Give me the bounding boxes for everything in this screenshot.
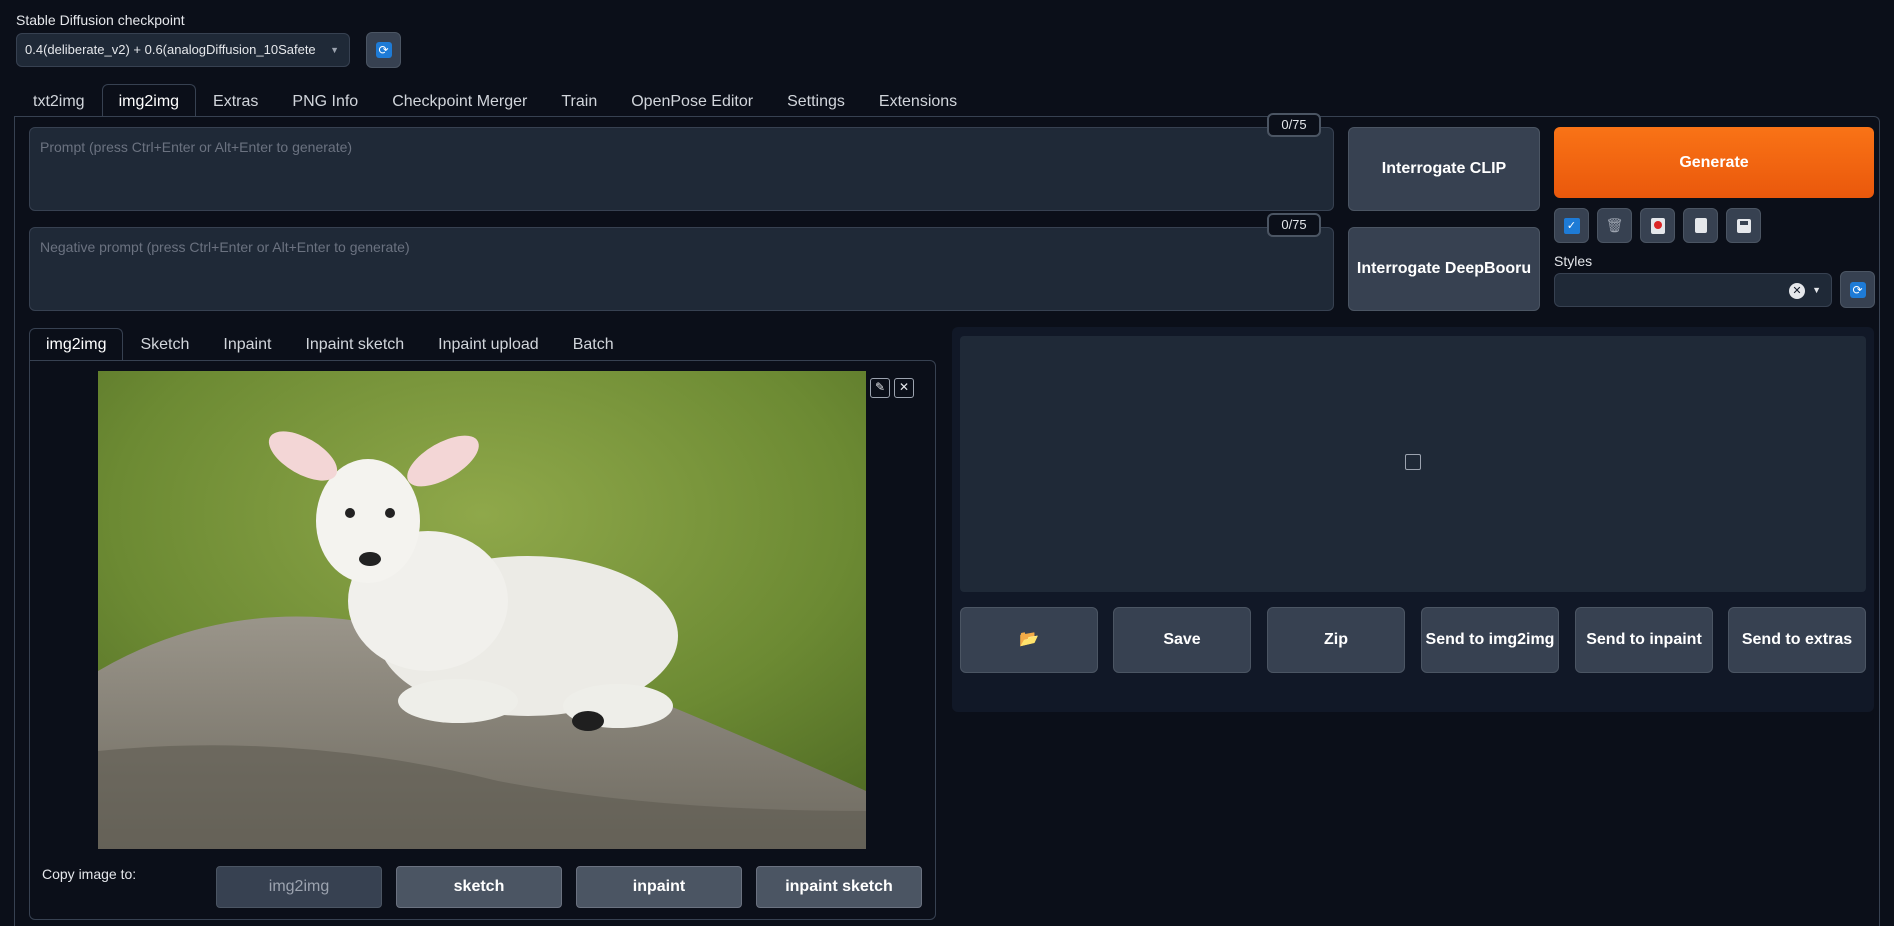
styles-select[interactable]: ✕ ▼ bbox=[1554, 273, 1832, 307]
refresh-icon: ⟳ bbox=[375, 42, 392, 58]
subtab-inpaint[interactable]: Inpaint bbox=[206, 328, 288, 361]
chevron-down-icon: ▼ bbox=[1812, 285, 1821, 295]
trash-icon: 🗑 bbox=[1605, 217, 1624, 233]
interrogate-deepbooru-button[interactable]: Interrogate DeepBooru bbox=[1348, 227, 1540, 311]
copy-to-inpaint-button[interactable]: inpaint bbox=[576, 866, 742, 908]
copy-to-sketch-button[interactable]: sketch bbox=[396, 866, 562, 908]
checkpoint-select[interactable]: 0.4(deliberate_v2) + 0.6(analogDiffusion… bbox=[16, 33, 350, 67]
edit-image-button[interactable]: ✎ bbox=[870, 378, 890, 398]
output-gallery[interactable] bbox=[960, 336, 1866, 592]
tab-txt2img[interactable]: txt2img bbox=[16, 84, 102, 117]
generate-button[interactable]: Generate bbox=[1554, 127, 1874, 198]
negative-prompt-input[interactable]: Negative prompt (press Ctrl+Enter or Alt… bbox=[29, 227, 1334, 311]
subtab-inpaint-sketch[interactable]: Inpaint sketch bbox=[288, 328, 421, 361]
send-to-img2img-button[interactable]: Send to img2img bbox=[1421, 607, 1559, 673]
floppy-disk-icon bbox=[1736, 218, 1751, 233]
subtab-inpaint-upload[interactable]: Inpaint upload bbox=[421, 328, 556, 361]
save-button[interactable]: Save bbox=[1113, 607, 1251, 673]
tab-checkpoint-merger[interactable]: Checkpoint Merger bbox=[375, 84, 544, 117]
copy-to-img2img-button[interactable]: img2img bbox=[216, 866, 382, 908]
negative-prompt-token-counter: 0/75 bbox=[1267, 213, 1321, 237]
styles-label: Styles bbox=[1554, 253, 1593, 269]
checkbox-icon: ✓ bbox=[1563, 217, 1580, 234]
checkpoint-label: Stable Diffusion checkpoint bbox=[16, 12, 185, 28]
clear-prompt-button[interactable]: 🗑 bbox=[1597, 208, 1632, 243]
tab-openpose-editor[interactable]: OpenPose Editor bbox=[614, 84, 770, 117]
refresh-icon: ⟳ bbox=[1849, 281, 1866, 298]
copy-image-label: Copy image to: bbox=[42, 866, 137, 882]
open-folder-button[interactable]: 📂 bbox=[960, 607, 1098, 673]
zip-button[interactable]: Zip bbox=[1267, 607, 1405, 673]
copy-to-inpaint-sketch-button[interactable]: inpaint sketch bbox=[756, 866, 922, 908]
clipboard-icon bbox=[1694, 218, 1707, 233]
chevron-down-icon: ▼ bbox=[330, 45, 339, 55]
checkpoint-value: 0.4(deliberate_v2) + 0.6(analogDiffusion… bbox=[25, 42, 315, 57]
image-card-icon bbox=[1650, 217, 1665, 234]
refresh-styles-button[interactable]: ⟳ bbox=[1840, 271, 1875, 308]
remove-image-button[interactable]: ✕ bbox=[894, 378, 914, 398]
paste-prompt-button[interactable] bbox=[1683, 208, 1718, 243]
input-image[interactable] bbox=[98, 371, 866, 849]
main-tabs: txt2img img2img Extras PNG Info Checkpoi… bbox=[16, 84, 974, 117]
tab-png-info[interactable]: PNG Info bbox=[275, 84, 375, 117]
prompt-input[interactable]: Prompt (press Ctrl+Enter or Alt+Enter to… bbox=[29, 127, 1334, 211]
tab-train[interactable]: Train bbox=[544, 84, 614, 117]
img2img-subtabs: img2img Sketch Inpaint Inpaint sketch In… bbox=[29, 328, 631, 361]
tab-img2img[interactable]: img2img bbox=[101, 84, 197, 117]
send-to-extras-button[interactable]: Send to extras bbox=[1728, 607, 1866, 673]
send-to-inpaint-button[interactable]: Send to inpaint bbox=[1575, 607, 1713, 673]
tab-extensions[interactable]: Extensions bbox=[862, 84, 974, 117]
show-extra-networks-button[interactable]: ✓ bbox=[1554, 208, 1589, 243]
interrogate-clip-button[interactable]: Interrogate CLIP bbox=[1348, 127, 1540, 211]
prompt-tools: ✓ 🗑 bbox=[1554, 208, 1761, 243]
lamb-on-rock-image bbox=[98, 371, 866, 849]
close-icon: ✕ bbox=[898, 380, 910, 394]
prompt-token-counter: 0/75 bbox=[1267, 113, 1321, 137]
subtab-img2img[interactable]: img2img bbox=[29, 328, 124, 361]
clear-icon[interactable]: ✕ bbox=[1789, 283, 1805, 299]
image-placeholder-icon bbox=[1405, 454, 1421, 470]
subtab-sketch[interactable]: Sketch bbox=[123, 328, 206, 361]
refresh-checkpoint-button[interactable]: ⟳ bbox=[366, 32, 401, 68]
show-extra-networks-cards-button[interactable] bbox=[1640, 208, 1675, 243]
subtab-batch[interactable]: Batch bbox=[556, 328, 631, 361]
pencil-icon: ✎ bbox=[874, 380, 886, 394]
tab-extras[interactable]: Extras bbox=[196, 84, 275, 117]
save-style-button[interactable] bbox=[1726, 208, 1761, 243]
tab-settings[interactable]: Settings bbox=[770, 84, 862, 117]
